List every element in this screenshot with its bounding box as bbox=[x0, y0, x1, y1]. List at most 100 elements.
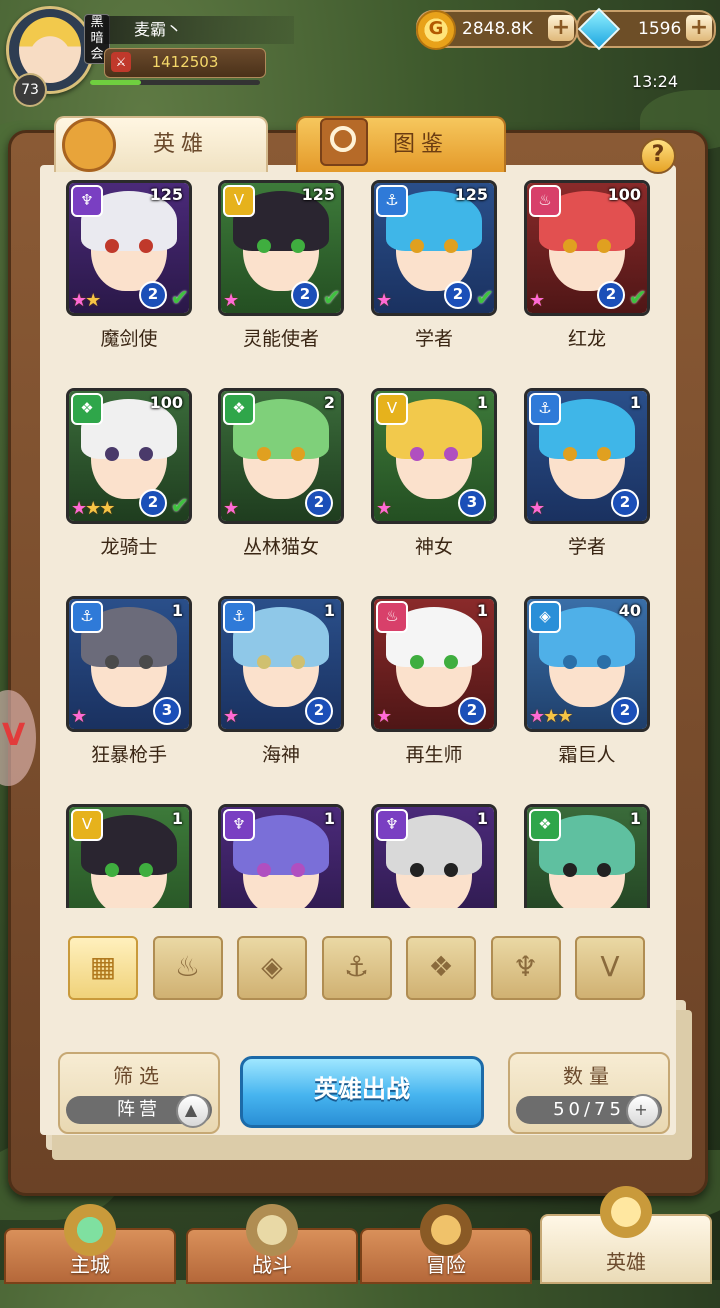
hero-card[interactable]: ❖ 100 ★★★ 2 ✔ bbox=[66, 388, 192, 524]
tab-heroes[interactable]: 英雄 bbox=[54, 116, 268, 172]
hero-grade-badge: 2 bbox=[291, 281, 319, 309]
hero-grid: ♆ 125 ★★ 2 ✔ 魔剑使 V 125 ★ 2 ✔ 灵能使者 ⚓ 125 ★ 2 ✔ 学者 … bbox=[40, 172, 676, 908]
hero-name: 神女 bbox=[414, 536, 453, 558]
combat-power-value: 1412503 bbox=[151, 53, 219, 71]
hero-eye bbox=[410, 863, 424, 877]
hero-stars: ★ bbox=[529, 290, 545, 311]
ice-faction-icon: ◈ bbox=[529, 601, 561, 633]
filter-button[interactable]: ♨ bbox=[152, 936, 223, 1000]
hero-card[interactable]: ♨ 1 ★ 2 bbox=[371, 596, 497, 732]
hero-card[interactable]: ♆ 1 bbox=[218, 804, 344, 908]
player-avatar[interactable]: 73 bbox=[6, 6, 94, 107]
hero-stars: ★ bbox=[376, 706, 392, 727]
hero-card[interactable]: ♨ 100 ★ 2 ✔ bbox=[524, 180, 650, 316]
hero-card[interactable]: ♆ 125 ★★ 2 ✔ bbox=[66, 180, 192, 316]
light-faction-icon: V bbox=[376, 393, 408, 425]
filter-button[interactable]: ♆ bbox=[490, 936, 561, 1000]
hero-grade-badge: 2 bbox=[305, 697, 333, 725]
hero-name: 红龙 bbox=[567, 328, 606, 350]
hero-grade-badge: 2 bbox=[305, 489, 333, 517]
hero-grade-badge: 2 bbox=[139, 281, 167, 309]
castle-icon bbox=[64, 1204, 116, 1256]
filter-button[interactable]: ▦ bbox=[68, 936, 138, 1000]
hero-level: 1 bbox=[476, 809, 488, 828]
filter-button[interactable]: ◈ bbox=[237, 936, 307, 1000]
nav-city-label: 主城 bbox=[70, 1253, 110, 1277]
add-gold-button[interactable]: + bbox=[548, 15, 574, 41]
all-grid-icon: ▦ bbox=[89, 950, 117, 983]
hero-eye bbox=[291, 239, 305, 253]
hero-card[interactable]: V 1 bbox=[66, 804, 192, 908]
chevron-up-icon[interactable]: ▲ bbox=[176, 1094, 210, 1128]
hero-card[interactable]: V 1 ★ 3 bbox=[371, 388, 497, 524]
hero-eye bbox=[291, 447, 305, 461]
nav-heroes[interactable]: 英雄 bbox=[540, 1186, 712, 1284]
hero-grade-badge: 2 bbox=[444, 281, 472, 309]
hero-eye bbox=[563, 655, 577, 669]
hero-name: 龙骑士 bbox=[100, 536, 158, 558]
hero-level: 2 bbox=[323, 393, 335, 412]
hero-eye bbox=[597, 447, 611, 461]
diamond-icon bbox=[577, 7, 621, 51]
hero-stars: ★ bbox=[376, 498, 392, 519]
count-title: 数量 bbox=[563, 1064, 615, 1088]
deploy-heroes-button[interactable]: 英雄出战 bbox=[240, 1056, 484, 1128]
beast-faction-icon: ❖ bbox=[428, 950, 454, 983]
dark-faction-icon: ♆ bbox=[71, 185, 103, 217]
hero-level: 125 bbox=[301, 185, 335, 204]
nav-battle[interactable]: 战斗 bbox=[186, 1204, 358, 1284]
filter-button[interactable]: ❖ bbox=[406, 936, 476, 1000]
crossed-swords-icon: ⚔ bbox=[111, 52, 131, 72]
gem-amount: 1596 bbox=[638, 19, 682, 39]
light-faction-icon: V bbox=[600, 950, 620, 983]
expand-capacity-button[interactable]: + bbox=[626, 1094, 660, 1128]
nav-adventure-label: 冒险 bbox=[426, 1253, 466, 1277]
nav-adventure[interactable]: 冒险 bbox=[360, 1204, 532, 1284]
count-pill: 50/75 + bbox=[516, 1094, 662, 1128]
hero-eye bbox=[291, 655, 305, 669]
hero-name: 魔剑使 bbox=[100, 328, 158, 350]
filter-panel[interactable]: 筛选 阵营 ▲ bbox=[58, 1052, 220, 1134]
hero-count-panel: 数量 50/75 + bbox=[508, 1052, 670, 1134]
hero-card[interactable]: ⚓ 1 ★ 2 bbox=[524, 388, 650, 524]
hero-stars: ★ bbox=[376, 290, 392, 311]
hero-level: 100 bbox=[607, 185, 641, 204]
hero-level: 125 bbox=[454, 185, 488, 204]
nav-city[interactable]: 主城 bbox=[4, 1204, 176, 1284]
hero-card[interactable]: V 125 ★ 2 ✔ bbox=[218, 180, 344, 316]
filter-button[interactable]: ⚓ bbox=[321, 936, 392, 1000]
hero-level: 100 bbox=[149, 393, 183, 412]
hero-eye bbox=[139, 447, 153, 461]
hero-eye bbox=[257, 655, 271, 669]
water-faction-icon: ⚓ bbox=[529, 393, 561, 425]
hero-level: 125 bbox=[149, 185, 183, 204]
hero-card[interactable]: ♆ 1 bbox=[371, 804, 497, 908]
add-gems-button[interactable]: + bbox=[686, 15, 712, 41]
hero-card[interactable]: ⚓ 125 ★ 2 ✔ bbox=[371, 180, 497, 316]
fire-faction-icon: ♨ bbox=[376, 601, 408, 633]
hero-eye bbox=[444, 239, 458, 253]
hero-card[interactable]: ⚓ 1 ★ 2 bbox=[218, 596, 344, 732]
hero-level: 1 bbox=[629, 393, 641, 412]
tab-codex[interactable]: 图鉴 bbox=[296, 116, 506, 172]
help-button[interactable]: ? bbox=[640, 138, 676, 174]
hero-card[interactable]: ◈ 40 ★★★ 2 bbox=[524, 596, 650, 732]
hero-eye bbox=[410, 239, 424, 253]
hero-stars: ★ bbox=[223, 498, 239, 519]
deployed-check-icon: ✔ bbox=[170, 494, 189, 519]
gold-amount: 2848.8K bbox=[462, 19, 533, 39]
filter-button[interactable]: V bbox=[575, 936, 645, 1000]
anchor-faction-icon: ⚓ bbox=[343, 950, 370, 983]
hero-name: 丛林猫女 bbox=[242, 536, 319, 558]
light-faction-icon: V bbox=[223, 185, 255, 217]
hero-stars: ★ bbox=[529, 498, 545, 519]
knight-helmet-icon bbox=[62, 118, 116, 172]
deployed-check-icon: ✔ bbox=[322, 286, 341, 311]
magnifier-icon bbox=[320, 118, 368, 166]
hero-card[interactable]: ⚓ 1 ★ 3 bbox=[66, 596, 192, 732]
hero-card[interactable]: ❖ 1 bbox=[524, 804, 650, 908]
filter-select[interactable]: 阵营 ▲ bbox=[66, 1094, 212, 1128]
hero-eye bbox=[563, 447, 577, 461]
hero-card[interactable]: ❖ 2 ★ 2 bbox=[218, 388, 344, 524]
hero-eye bbox=[257, 239, 271, 253]
